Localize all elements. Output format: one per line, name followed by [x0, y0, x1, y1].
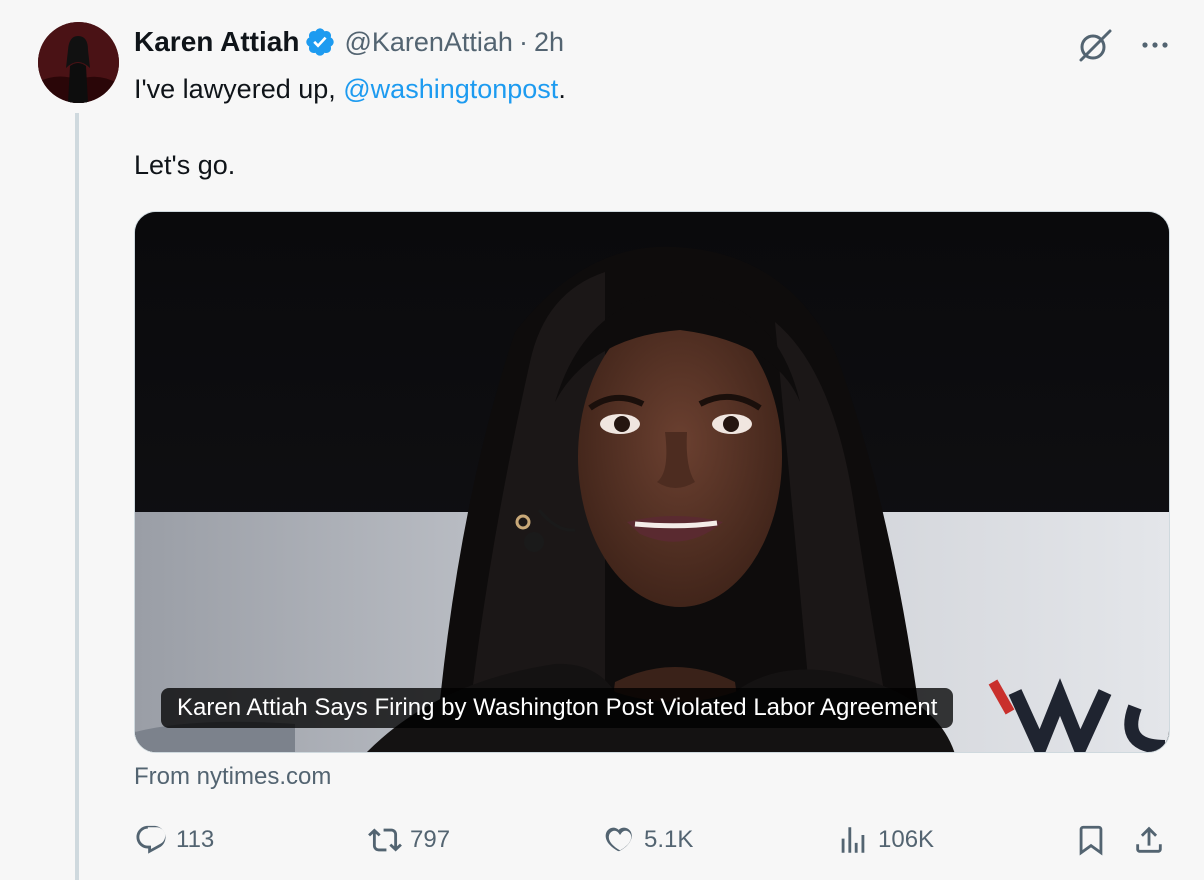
retweet-count: 797: [410, 826, 451, 853]
link-preview-card[interactable]: Karen Attiah Says Firing by Washington P…: [134, 211, 1170, 753]
thread-connector-line: [75, 113, 79, 880]
grok-icon[interactable]: [1076, 26, 1114, 64]
reply-count: 113: [176, 826, 215, 853]
reply-button[interactable]: 113: [134, 818, 214, 862]
avatar-photo: [38, 22, 119, 103]
heart-icon: [602, 823, 636, 857]
line-break: [134, 108, 1134, 146]
card-headline[interactable]: Karen Attiah Says Firing by Washington P…: [161, 688, 954, 728]
tweet-top-actions: [1076, 26, 1170, 64]
avatar[interactable]: [38, 22, 119, 103]
verified-badge-icon: [304, 26, 336, 58]
more-options-icon[interactable]: [1140, 30, 1170, 60]
views-chart-icon: [836, 823, 870, 857]
tweet-text-line-1: I've lawyered up, @washingtonpost.: [134, 70, 1134, 108]
tweet[interactable]: Karen Attiah @KarenAttiah · 2h I've lawy…: [0, 0, 1204, 880]
timestamp[interactable]: 2h: [534, 27, 564, 58]
like-count: 5.1K: [644, 826, 694, 853]
card-source[interactable]: From nytimes.com: [134, 763, 331, 791]
tweet-text-prefix: I've lawyered up,: [134, 74, 344, 104]
tweet-text-line-2: Let's go.: [134, 150, 236, 180]
bookmark-icon: [1074, 823, 1108, 857]
tweet-text: I've lawyered up, @washingtonpost. Let's…: [134, 70, 1134, 184]
reply-icon: [134, 823, 168, 857]
author-display-name[interactable]: Karen Attiah: [134, 26, 299, 58]
retweet-button[interactable]: 797: [368, 818, 450, 862]
mention-link[interactable]: @washingtonpost: [343, 74, 558, 104]
share-button[interactable]: [1132, 818, 1166, 862]
header-separator: ·: [518, 26, 528, 57]
author-handle[interactable]: @KarenAttiah: [344, 27, 513, 58]
tweet-header: Karen Attiah @KarenAttiah · 2h: [134, 24, 564, 60]
like-button[interactable]: 5.1K: [602, 818, 693, 862]
retweet-icon: [368, 823, 402, 857]
bookmark-button[interactable]: [1074, 818, 1108, 862]
tweet-action-bar: 113 797 5.1K 106K: [134, 818, 1170, 862]
views-button[interactable]: 106K: [836, 818, 934, 862]
tweet-text-suffix: .: [558, 74, 566, 104]
card-image: [135, 212, 1169, 752]
share-icon: [1132, 823, 1166, 857]
views-count: 106K: [878, 826, 935, 853]
